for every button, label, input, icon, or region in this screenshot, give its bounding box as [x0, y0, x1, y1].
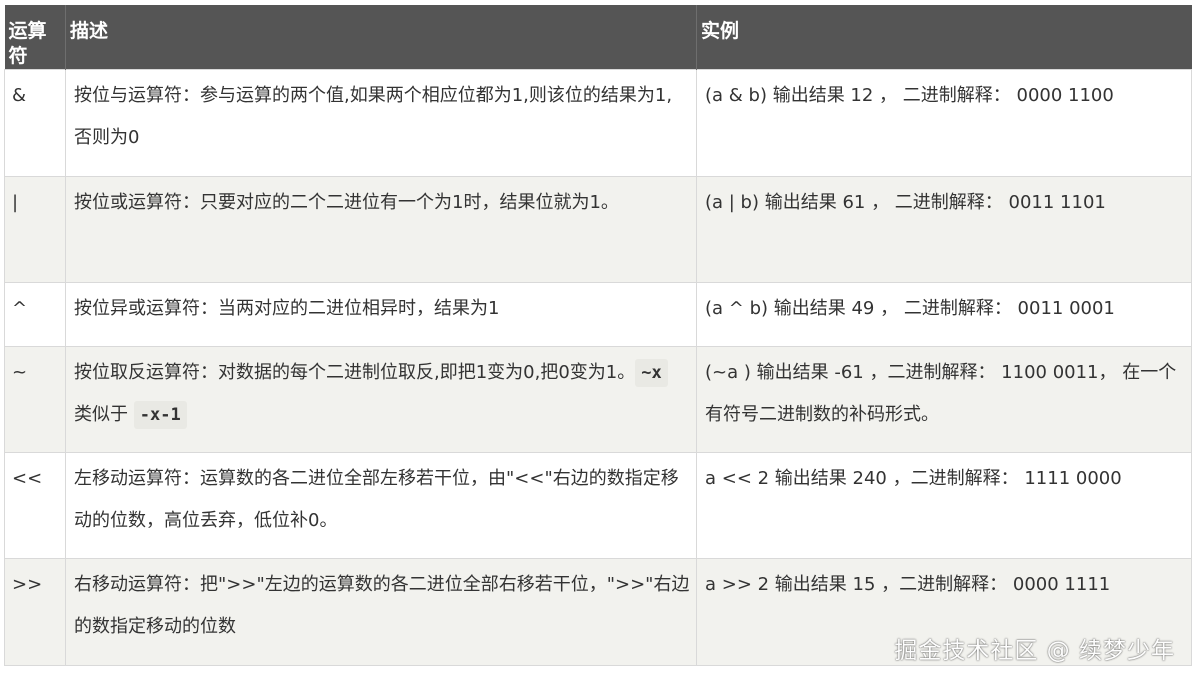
description-cell: 按位取反运算符：对数据的每个二进制位取反,即把1变为0,把0变为1。 ~x 类似于…	[65, 346, 697, 453]
table-row: | 按位或运算符：只要对应的二个二进位有一个为1时，结果位就为1。 (a | b…	[4, 176, 1192, 283]
operators-table: 运算符 描述 实例 & 按位与运算符：参与运算的两个值,如果两个相应位都为1,则…	[4, 5, 1192, 666]
table-row: ^ 按位异或运算符：当两对应的二进位相异时，结果为1 (a ^ b) 输出结果 …	[4, 282, 1192, 347]
table-row: ~ 按位取反运算符：对数据的每个二进制位取反,即把1变为0,把0变为1。 ~x 类…	[4, 346, 1192, 453]
description-text: 类似于	[74, 404, 134, 425]
operator-cell: >>	[4, 558, 66, 666]
operator-cell: &	[4, 69, 66, 177]
table-row: & 按位与运算符：参与运算的两个值,如果两个相应位都为1,则该位的结果为1,否则…	[4, 69, 1192, 177]
description-cell: 按位与运算符：参与运算的两个值,如果两个相应位都为1,则该位的结果为1,否则为0	[65, 69, 697, 177]
operator-cell: ~	[4, 346, 66, 453]
example-cell: (a & b) 输出结果 12 ， 二进制解释： 0000 1100	[696, 69, 1192, 177]
example-cell: (a | b) 输出结果 61 ， 二进制解释： 0011 1101	[696, 176, 1192, 283]
header-description: 描述	[65, 5, 697, 70]
inline-code: ~x	[635, 359, 668, 387]
example-cell: (a ^ b) 输出结果 49 ， 二进制解释： 0011 0001	[696, 282, 1192, 347]
watermark: 掘金技术社区 @ 续梦少年	[894, 638, 1175, 664]
description-cell: 按位或运算符：只要对应的二个二进位有一个为1时，结果位就为1。	[65, 176, 697, 283]
description-cell: 左移动运算符：运算数的各二进位全部左移若干位，由"<<"右边的数指定移动的位数，…	[65, 452, 697, 559]
inline-code: -x-1	[133, 401, 187, 429]
operator-cell: |	[4, 176, 66, 283]
table-row: << 左移动运算符：运算数的各二进位全部左移若干位，由"<<"右边的数指定移动的…	[4, 452, 1192, 559]
operator-cell: ^	[4, 282, 66, 347]
table-header-row: 运算符 描述 实例	[4, 5, 1192, 70]
example-cell: (~a ) 输出结果 -61 ，二进制解释： 1100 0011， 在一个有符号…	[696, 346, 1192, 453]
header-operator: 运算符	[4, 5, 66, 70]
description-cell: 按位异或运算符：当两对应的二进位相异时，结果为1	[65, 282, 697, 347]
description-cell: 右移动运算符：把">>"左边的运算数的各二进位全部右移若干位，">>"右边的数指…	[65, 558, 697, 666]
example-cell: a << 2 输出结果 240 ，二进制解释： 1111 0000	[696, 452, 1192, 559]
description-text: 按位取反运算符：对数据的每个二进制位取反,即把1变为0,把0变为1。	[74, 362, 636, 383]
operator-cell: <<	[4, 452, 66, 559]
header-example: 实例	[696, 5, 1192, 70]
